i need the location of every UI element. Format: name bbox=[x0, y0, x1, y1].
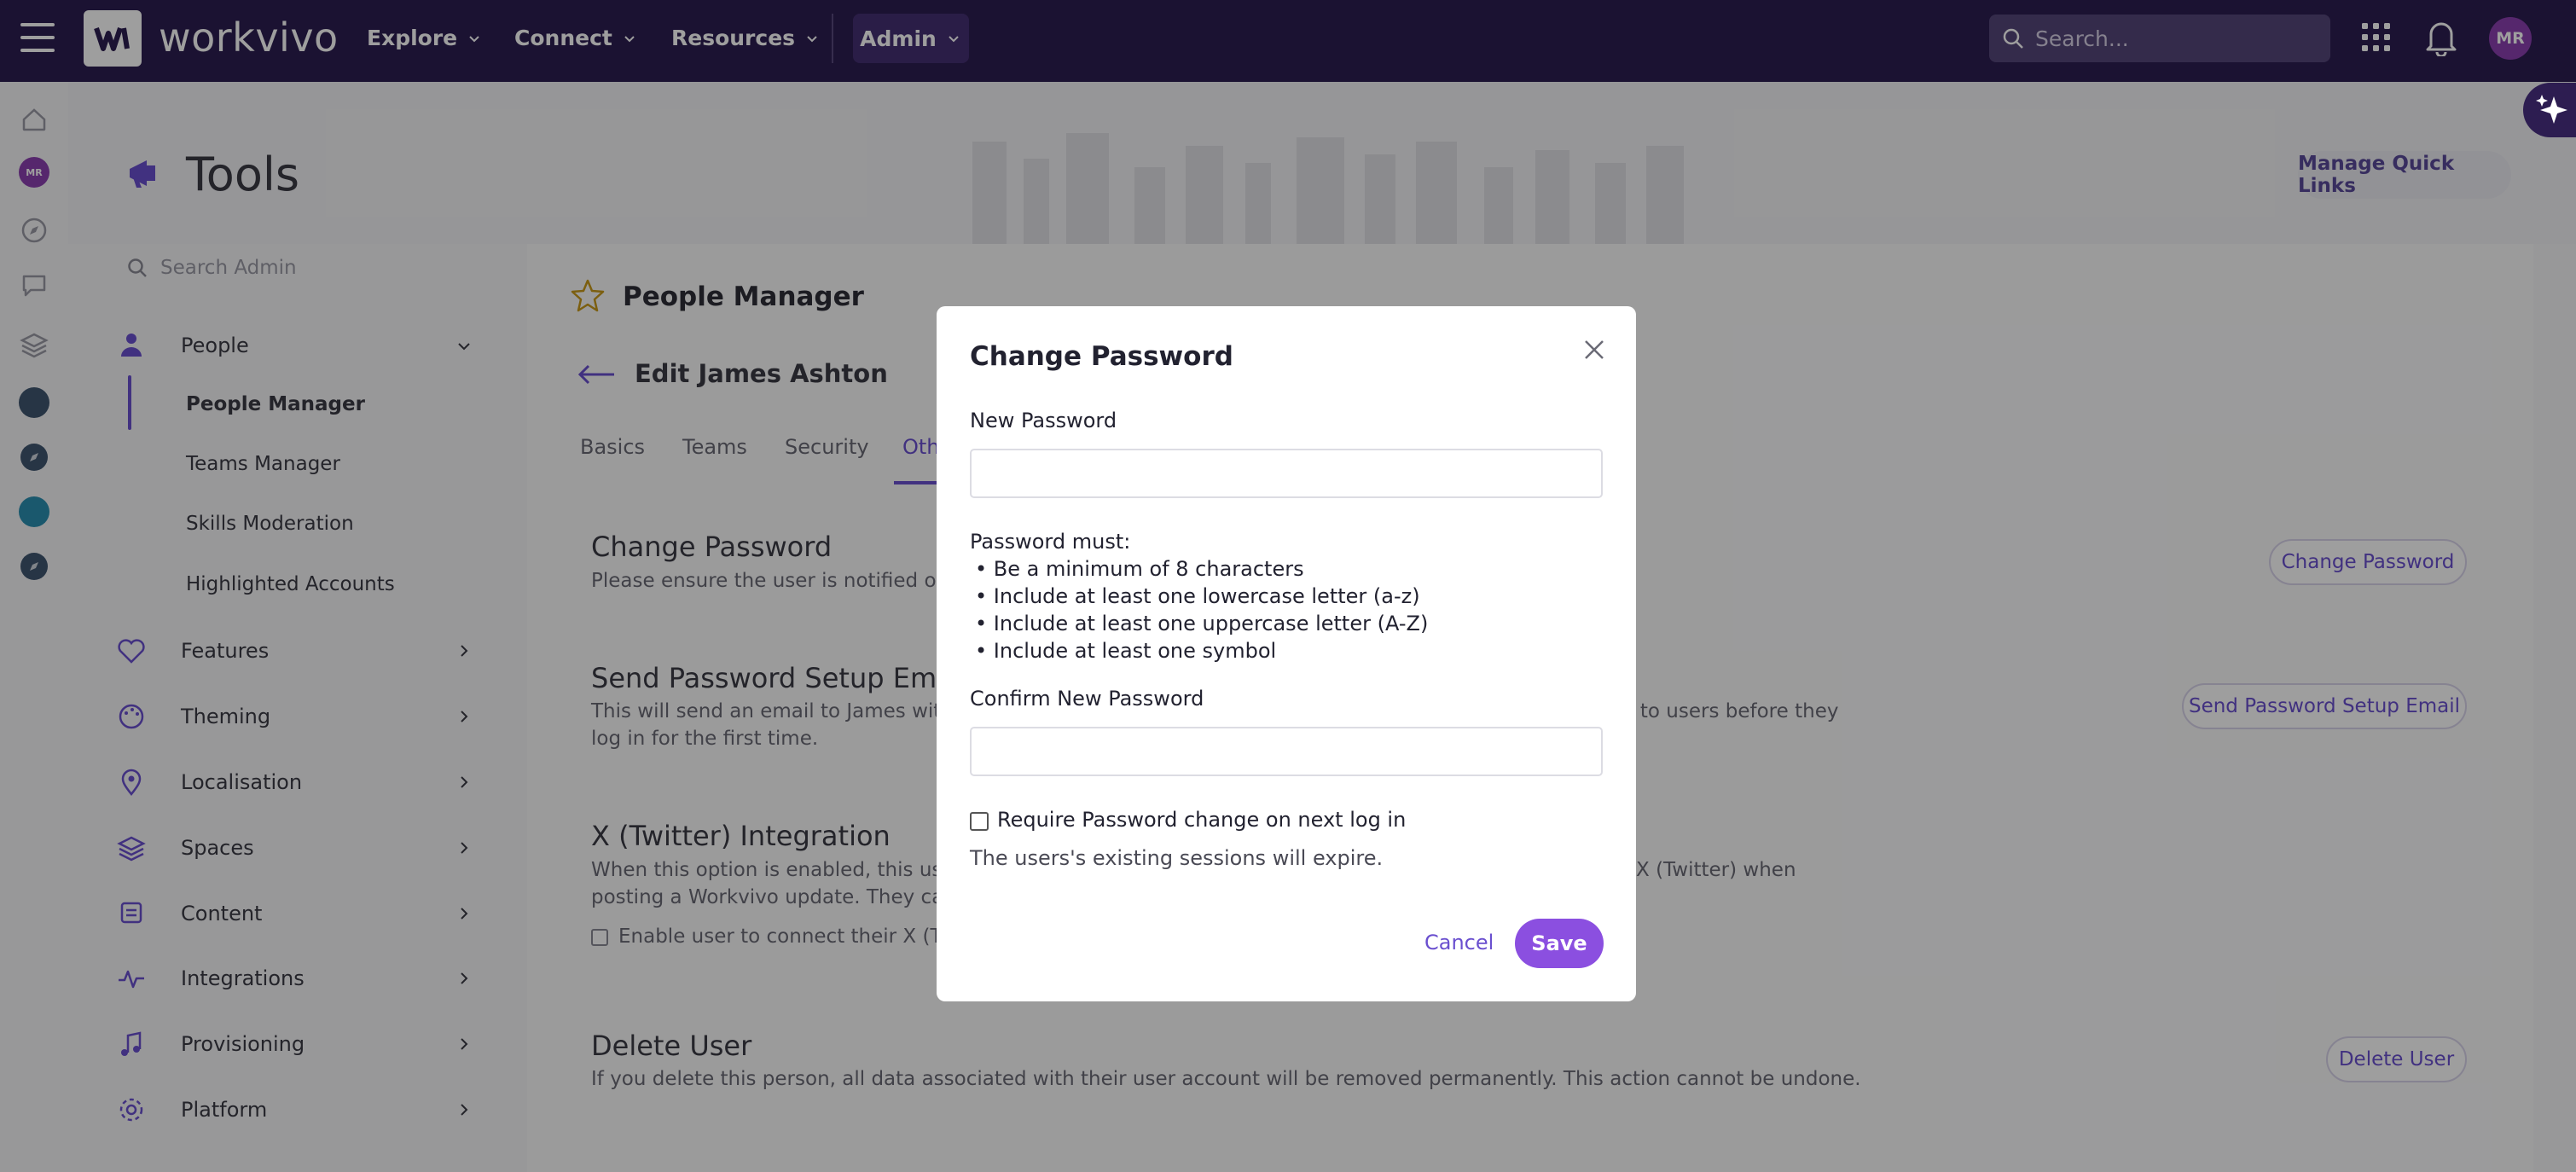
password-rule: • Be a minimum of 8 characters bbox=[975, 557, 1304, 581]
confirm-password-label: Confirm New Password bbox=[970, 687, 1204, 711]
password-rules: Password must: • Be a minimum of 8 chara… bbox=[970, 528, 1428, 664]
password-rule: • Include at least one lowercase letter … bbox=[975, 584, 1420, 608]
require-change-checkbox[interactable] bbox=[970, 812, 989, 831]
confirm-password-field[interactable] bbox=[970, 727, 1603, 776]
ai-assistant-button[interactable] bbox=[2523, 83, 2576, 137]
password-rule: • Include at least one symbol bbox=[975, 639, 1277, 663]
sparkle-icon bbox=[2536, 95, 2567, 124]
change-password-modal: Change Password New Password Password mu… bbox=[937, 306, 1636, 1001]
new-password-field[interactable] bbox=[970, 449, 1603, 498]
new-password-label: New Password bbox=[970, 409, 1117, 432]
require-change-label[interactable]: Require Password change on next log in bbox=[997, 806, 1406, 833]
cancel-button[interactable]: Cancel bbox=[1424, 929, 1494, 956]
sessions-note: The users's existing sessions will expir… bbox=[970, 846, 1384, 870]
modal-title: Change Password bbox=[970, 341, 1233, 372]
close-icon[interactable] bbox=[1581, 336, 1608, 363]
save-button[interactable]: Save bbox=[1515, 919, 1604, 968]
password-rule: • Include at least one uppercase letter … bbox=[975, 612, 1429, 635]
password-rules-title: Password must: bbox=[970, 530, 1131, 554]
